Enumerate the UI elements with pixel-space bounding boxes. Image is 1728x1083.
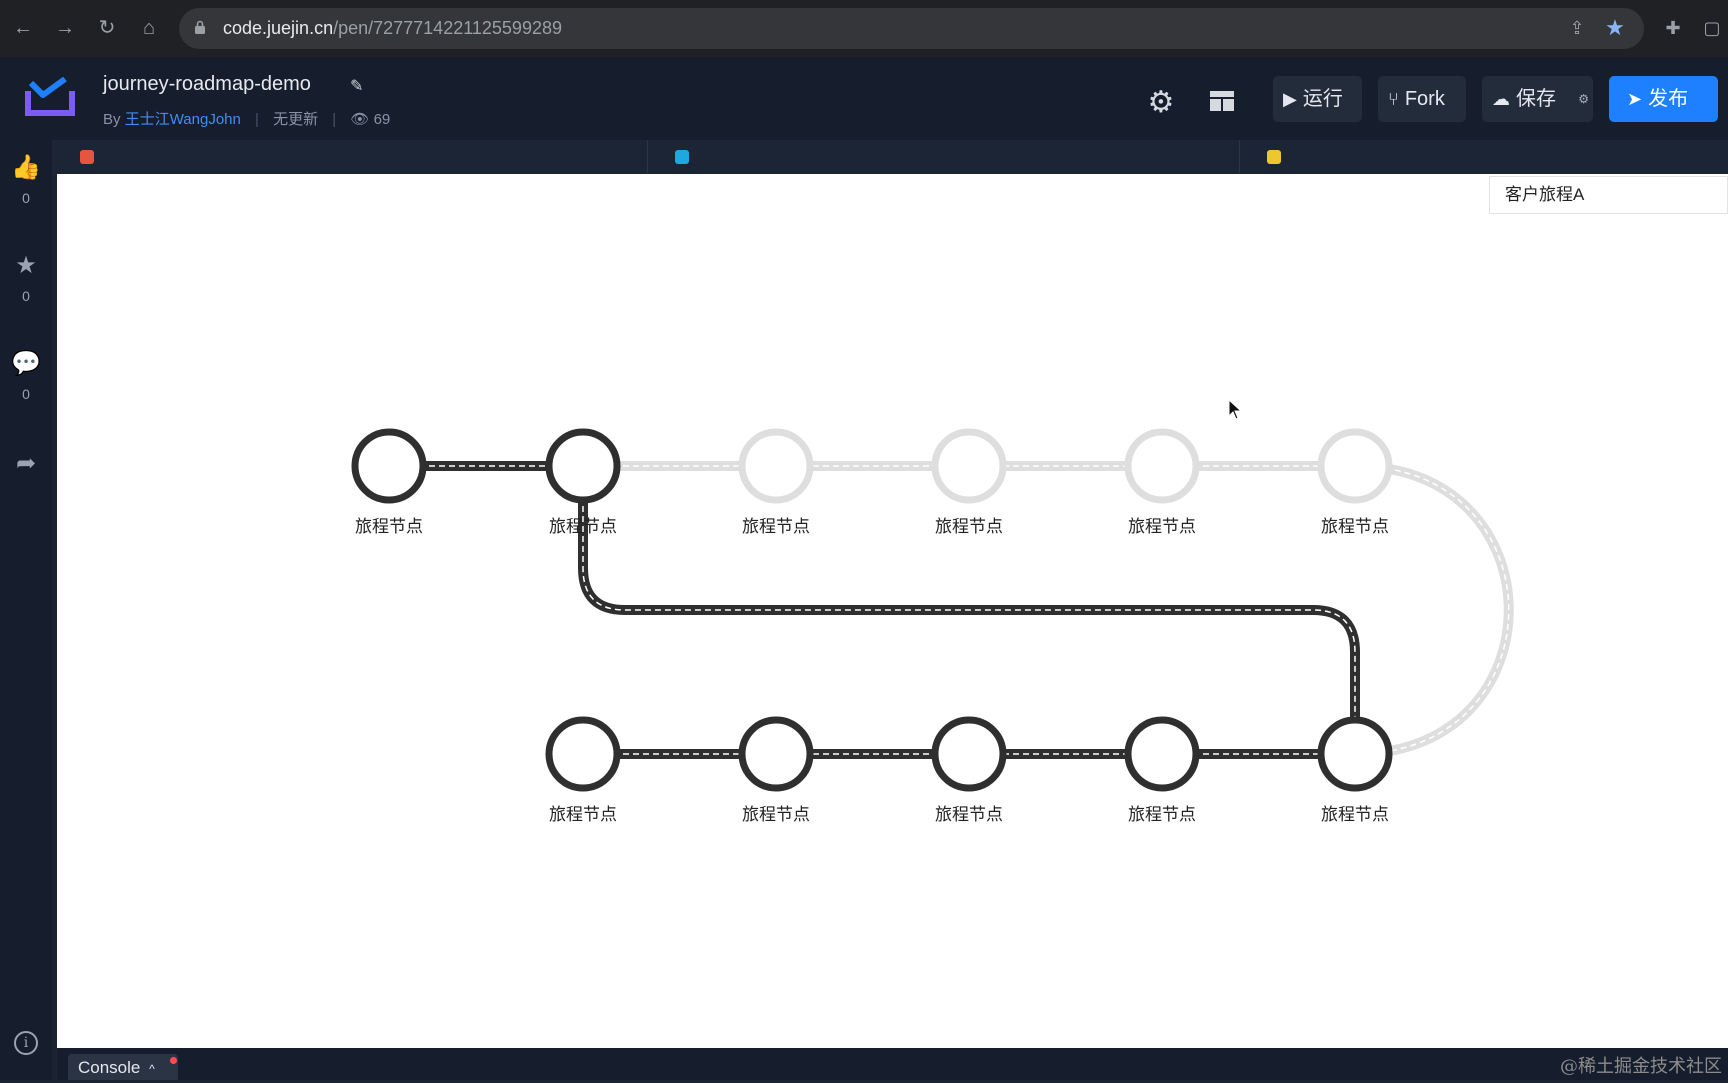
by-prefix: By xyxy=(103,111,121,128)
publish-button[interactable]: ➤ 发布 xyxy=(1609,76,1718,122)
back-icon[interactable]: ← xyxy=(11,16,35,40)
forward-icon[interactable]: → xyxy=(53,16,77,40)
side-panel-icon[interactable]: ▢ xyxy=(1700,16,1724,40)
project-meta: By 王士江WangJohn | 无更新 | 👁 69 xyxy=(103,108,390,129)
meta-divider: | xyxy=(255,111,259,128)
paper-plane-icon: ➤ xyxy=(1627,89,1643,109)
share-page-icon[interactable]: ⇪ xyxy=(1565,16,1589,40)
bottom-bar xyxy=(57,1048,1728,1080)
fork-label: Fork xyxy=(1404,88,1445,110)
comment-count: 0 xyxy=(22,386,30,402)
like-count: 0 xyxy=(22,190,30,206)
url-host: code.juejin.cn xyxy=(223,18,334,38)
update-status: 无更新 xyxy=(273,111,319,128)
save-options-icon[interactable]: ⚙ xyxy=(1578,76,1589,122)
address-bar[interactable]: code.juejin.cn/pen/7277714221125599289 ⇪… xyxy=(179,8,1644,49)
reload-icon[interactable]: ↻ xyxy=(95,16,119,40)
chevron-up-icon: ^ xyxy=(149,1062,155,1076)
author-link[interactable]: 王士江WangJohn xyxy=(125,111,241,128)
star-icon: ★ xyxy=(15,252,37,279)
eye-icon: 👁 xyxy=(350,111,370,128)
thumbs-up-icon: 👍 xyxy=(11,154,41,181)
view-count: 69 xyxy=(373,111,391,128)
tab-js[interactable] xyxy=(1239,140,1728,173)
save-button[interactable]: ☁ 保存 ⚙ xyxy=(1482,76,1593,122)
journey-select[interactable]: 客户旅程A xyxy=(1489,176,1728,214)
run-label: 运行 xyxy=(1302,88,1343,110)
extensions-icon[interactable]: ✚ xyxy=(1661,16,1685,40)
star-count: 0 xyxy=(22,288,30,304)
fork-button[interactable]: ⑂ Fork xyxy=(1378,76,1466,122)
css-icon xyxy=(675,150,689,164)
layout-grid-icon[interactable] xyxy=(1208,87,1236,115)
meta-divider: | xyxy=(332,111,337,128)
action-sidebar: 👍 0 ★ 0 💬 0 ➦ xyxy=(0,140,52,1080)
save-label: 保存 xyxy=(1516,88,1556,110)
app-header: journey-roadmap-demo ✎ By 王士江WangJohn | … xyxy=(0,57,1728,140)
publish-label: 发布 xyxy=(1648,88,1689,110)
editor-tabs xyxy=(52,140,1728,173)
tab-css[interactable] xyxy=(647,140,1240,173)
cloud-upload-icon: ☁ xyxy=(1492,89,1510,109)
console-toggle[interactable]: Console ^ xyxy=(68,1054,178,1080)
mouse-cursor-icon xyxy=(1228,399,1242,420)
juejin-logo-icon[interactable] xyxy=(25,77,75,117)
like-button[interactable]: 👍 0 xyxy=(0,154,52,206)
edit-pencil-icon[interactable]: ✎ xyxy=(350,76,363,96)
info-icon[interactable]: i xyxy=(14,1031,38,1055)
watermark: @稀土掘金技术社区 xyxy=(1560,1056,1722,1077)
js-icon xyxy=(1267,150,1281,164)
bookmark-star-icon[interactable]: ★ xyxy=(1603,16,1627,40)
url-text: code.juejin.cn/pen/7277714221125599289 xyxy=(223,18,562,39)
url-path: /pen/7277714221125599289 xyxy=(333,18,562,38)
comment-icon: 💬 xyxy=(11,350,41,377)
tab-html[interactable] xyxy=(52,140,648,173)
preview-pane xyxy=(57,174,1728,1048)
share-arrow-icon: ➦ xyxy=(15,450,37,477)
project-title[interactable]: journey-roadmap-demo xyxy=(103,73,311,96)
star-button[interactable]: ★ 0 xyxy=(0,252,52,304)
git-fork-icon: ⑂ xyxy=(1388,89,1399,109)
run-button[interactable]: ▶ 运行 xyxy=(1273,76,1362,122)
settings-gear-icon[interactable]: ⚙ xyxy=(1143,85,1179,121)
lock-icon xyxy=(195,20,205,34)
console-label: Console xyxy=(78,1058,141,1077)
html-icon xyxy=(80,150,94,164)
browser-toolbar: ← → ↻ ⌂ code.juejin.cn/pen/7277714221125… xyxy=(0,0,1728,57)
home-icon[interactable]: ⌂ xyxy=(137,16,161,40)
console-notification-dot xyxy=(170,1057,177,1064)
play-icon: ▶ xyxy=(1283,89,1297,109)
share-button[interactable]: ➦ xyxy=(0,450,52,478)
comment-button[interactable]: 💬 0 xyxy=(0,350,52,402)
